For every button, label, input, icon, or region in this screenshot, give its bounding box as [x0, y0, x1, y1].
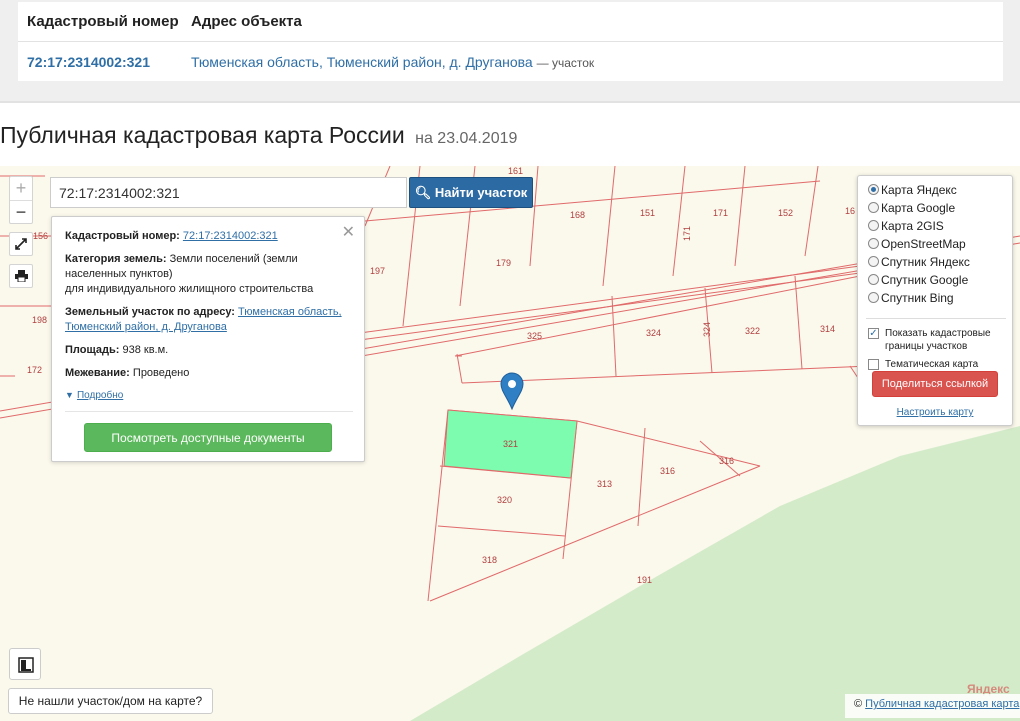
svg-text:325: 325 [527, 331, 542, 341]
info-category-use: для индивидуального жилищного строительс… [65, 283, 314, 295]
page-title-text: Публичная кадастровая карта России [0, 122, 405, 148]
object-type: — участок [536, 56, 595, 70]
layer-option-google-satellite[interactable]: Спутник Google [868, 272, 968, 288]
svg-text:171: 171 [713, 208, 728, 218]
results-section: Кадастровый номер Адрес объекта 72:17:23… [0, 0, 1020, 103]
svg-text:321: 321 [503, 439, 518, 449]
find-parcel-button[interactable]: 🔍︎ Найти участок [409, 177, 533, 208]
find-parcel-label: Найти участок [434, 184, 528, 200]
svg-text:191: 191 [637, 575, 652, 585]
address-link[interactable]: Тюменская область, Тюменский район, д. Д… [191, 54, 533, 70]
layer-option-yandex-satellite[interactable]: Спутник Яндекс [868, 254, 970, 270]
svg-text:152: 152 [778, 208, 793, 218]
print-icon [14, 270, 28, 283]
page-title: Публичная кадастровая карта России на 23… [0, 122, 517, 149]
location-marker-icon [500, 372, 524, 411]
svg-text:179: 179 [496, 258, 511, 268]
radio-selected[interactable] [868, 184, 879, 195]
layer-option-osm[interactable]: OpenStreetMap [868, 236, 966, 252]
radio[interactable] [868, 238, 879, 249]
expand-icon [15, 238, 27, 250]
layer-option-yandex-map[interactable]: Карта Яндекс [868, 182, 957, 198]
info-cad-link[interactable]: 72:17:2314002:321 [183, 230, 278, 242]
svg-text:320: 320 [497, 495, 512, 505]
svg-text:172: 172 [27, 365, 42, 375]
search-input[interactable] [50, 177, 407, 208]
zoom-in-button[interactable]: + [10, 177, 32, 200]
svg-text:171: 171 [682, 226, 692, 241]
legend-icon [18, 657, 34, 673]
checkbox-checked[interactable]: ✓ [868, 328, 879, 339]
parcel-info-panel: ✕ Кадастровый номер: 72:17:2314002:321 К… [51, 216, 365, 462]
radio[interactable] [868, 274, 879, 285]
copyright-link[interactable]: Публичная кадастровая карта [865, 698, 1019, 710]
radio[interactable] [868, 292, 879, 303]
map-canvas[interactable]: 161 168 151 171 152 16 156 197 179 171 1… [0, 166, 1020, 721]
legend-button[interactable] [9, 648, 41, 680]
not-found-button[interactable]: Не нашли участок/дом на карте? [8, 688, 213, 714]
info-survey: Межевание: Проведено [65, 367, 190, 379]
radio[interactable] [868, 220, 879, 231]
divider [866, 318, 1006, 319]
svg-text:197: 197 [370, 266, 385, 276]
divider [65, 411, 353, 412]
info-category: Категория земель: Земли поселений (земли… [65, 253, 298, 280]
checkbox[interactable] [868, 359, 879, 370]
svg-text:313: 313 [597, 479, 612, 489]
svg-text:151: 151 [640, 208, 655, 218]
view-documents-button[interactable]: Посмотреть доступные документы [84, 423, 332, 452]
layer-switcher: Карта Яндекс Карта Google Карта 2GIS Ope… [857, 175, 1013, 426]
svg-text:322: 322 [745, 326, 760, 336]
radio[interactable] [868, 256, 879, 267]
svg-text:16: 16 [845, 206, 855, 216]
layer-option-2gis-map[interactable]: Карта 2GIS [868, 218, 944, 234]
info-more[interactable]: ▼ Подробно [65, 388, 355, 403]
svg-text:324: 324 [702, 322, 712, 337]
zoom-control: + − [9, 176, 33, 224]
caret-down-icon: ▼ [65, 390, 74, 400]
share-link-button[interactable]: Поделиться ссылкой [872, 371, 998, 397]
layer-option-bing-satellite[interactable]: Спутник Bing [868, 290, 954, 306]
svg-text:316: 316 [660, 466, 675, 476]
zoom-out-button[interactable]: − [10, 200, 32, 223]
configure-map-link[interactable]: Настроить карту [858, 407, 1012, 418]
fullscreen-button[interactable] [9, 232, 33, 256]
table-header: Кадастровый номер Адрес объекта [18, 2, 1003, 42]
svg-text:314: 314 [820, 324, 835, 334]
svg-text:318: 318 [482, 555, 497, 565]
svg-text:198: 198 [32, 315, 47, 325]
search-icon: 🔍︎ [414, 184, 432, 200]
column-header-cad-number: Кадастровый номер [27, 13, 179, 30]
svg-text:168: 168 [570, 210, 585, 220]
info-address: Земельный участок по адресу: Тюменская о… [65, 306, 342, 333]
print-button[interactable] [9, 264, 33, 288]
svg-text:156: 156 [33, 231, 48, 241]
info-area: Площадь: 938 кв.м. [65, 344, 169, 356]
layer-option-google-map[interactable]: Карта Google [868, 200, 955, 216]
cad-number-link[interactable]: 72:17:2314002:321 [27, 54, 150, 70]
page-title-date: на 23.04.2019 [415, 130, 518, 147]
more-link[interactable]: Подробно [77, 390, 123, 401]
svg-text:316: 316 [719, 456, 734, 466]
results-table: Кадастровый номер Адрес объекта 72:17:23… [18, 2, 1003, 81]
svg-text:324: 324 [646, 328, 661, 338]
column-header-address: Адрес объекта [191, 13, 302, 30]
svg-text:161: 161 [508, 166, 523, 176]
radio[interactable] [868, 202, 879, 213]
info-cad-number: Кадастровый номер: 72:17:2314002:321 [65, 230, 278, 242]
copyright: © Публичная кадастровая карта [845, 694, 1020, 718]
address-cell: Тюменская область, Тюменский район, д. Д… [191, 54, 594, 70]
